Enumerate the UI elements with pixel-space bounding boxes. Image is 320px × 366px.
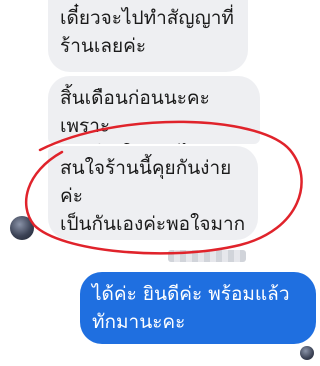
message-bubble-reply[interactable]: ได้ค่ะ ยินดีค่ะ พร้อมแล้ว ทักมานะคะ bbox=[80, 272, 316, 344]
sender-avatar[interactable] bbox=[10, 216, 34, 240]
message-bubble-3[interactable]: สนใจร้านนี้คุยกันง่ายค่ะ เป็นกันเองค่ะพอ… bbox=[48, 146, 258, 240]
message-bubble-2[interactable]: สิ้นเดือนก่อนนะคะเพราะ อยู่เชียงใหม่ค่ะไ… bbox=[48, 76, 260, 144]
blurred-sender-name bbox=[168, 250, 246, 262]
seen-avatar-icon bbox=[300, 346, 314, 360]
message-bubble-1[interactable]: เดี๋ยวจะไปทำสัญญาที่ ร้านเลยค่ะ bbox=[48, 0, 248, 72]
